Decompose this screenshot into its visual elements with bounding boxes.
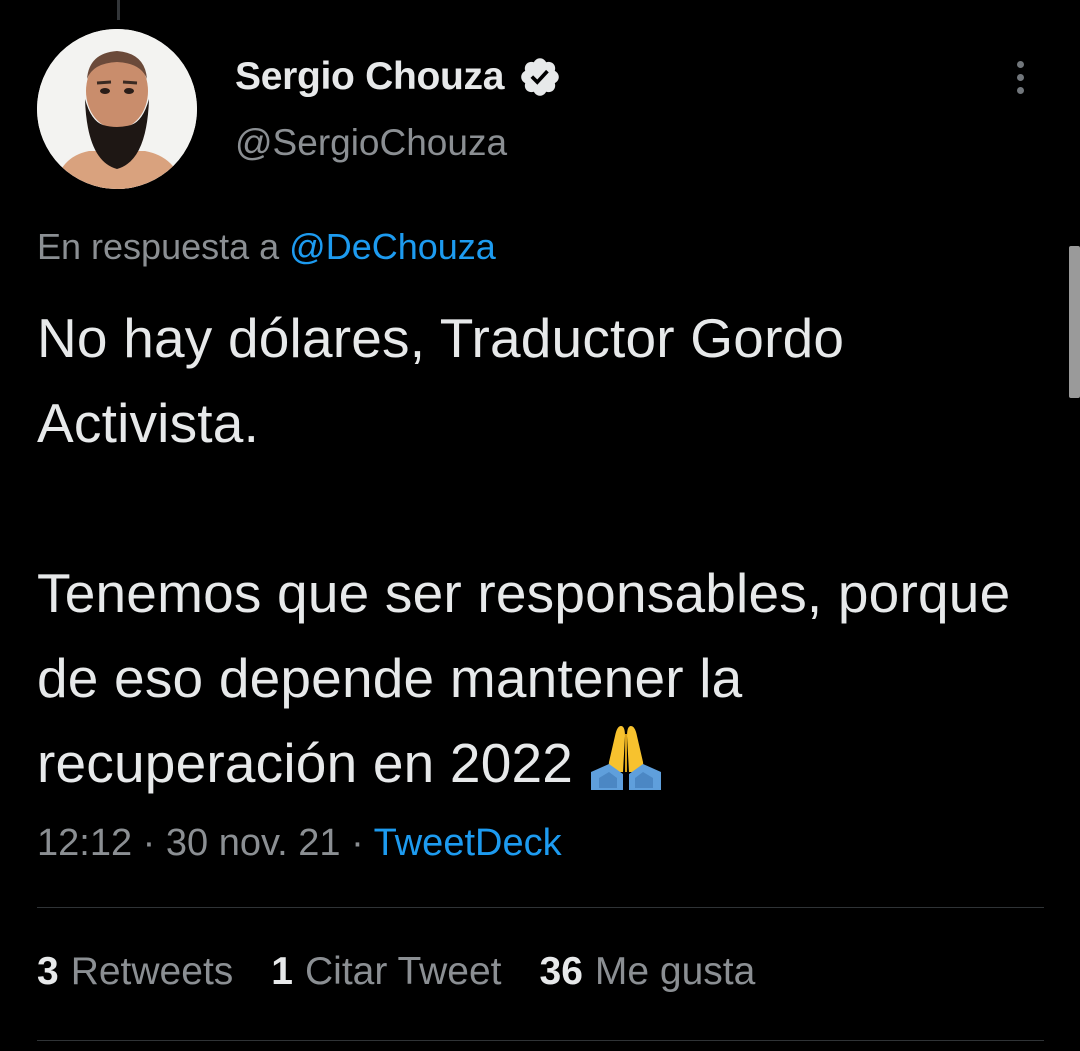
retweets-count: 3 [37, 950, 59, 993]
retweets-label: Retweets [70, 950, 234, 993]
folded-hands-emoji-icon [591, 726, 662, 790]
likes-stat[interactable]: 36 Me gusta [540, 950, 756, 994]
dot [1016, 86, 1024, 94]
reply-prefix: En respuesta a [37, 226, 280, 267]
tweet-stats: 3 Retweets 1 Citar Tweet 36 Me gusta [37, 950, 755, 994]
more-options-icon[interactable] [1000, 55, 1040, 99]
tweet-time[interactable]: 12:12 [37, 822, 132, 864]
reply-context: En respuesta a @DeChouza [37, 226, 496, 268]
scrollbar-thumb[interactable] [1069, 246, 1080, 398]
divider [37, 907, 1044, 908]
divider [37, 1040, 1044, 1041]
retweets-stat[interactable]: 3 Retweets [37, 950, 233, 994]
tweet-source-link[interactable]: TweetDeck [374, 822, 562, 864]
quotes-label: Citar Tweet [304, 950, 502, 993]
likes-label: Me gusta [594, 950, 756, 993]
tweet-date[interactable]: 30 nov. 21 [166, 822, 341, 864]
meta-separator: · [142, 822, 156, 864]
author-handle[interactable]: @SergioChouza [235, 122, 507, 164]
display-name[interactable]: Sergio Chouza [235, 55, 504, 99]
profile-photo-icon [37, 29, 197, 189]
thread-connector-line [117, 0, 120, 20]
verified-badge-icon [521, 58, 559, 96]
meta-separator: · [351, 822, 364, 864]
likes-count: 36 [539, 950, 583, 993]
quotes-stat[interactable]: 1 Citar Tweet [271, 950, 501, 994]
reply-mention-link[interactable]: @DeChouza [289, 226, 496, 267]
avatar[interactable] [37, 29, 197, 189]
dot [1016, 60, 1024, 68]
dot [1016, 73, 1024, 81]
tweet-body: No hay dólares, Traductor Gordo Activist… [37, 307, 1011, 794]
tweet-text: No hay dólares, Traductor Gordo Activist… [37, 296, 1047, 806]
tweet-metadata: 12:12 · 30 nov. 21 · TweetDeck [37, 822, 562, 865]
author-name-row: Sergio Chouza [235, 52, 562, 102]
quotes-count: 1 [271, 950, 293, 993]
